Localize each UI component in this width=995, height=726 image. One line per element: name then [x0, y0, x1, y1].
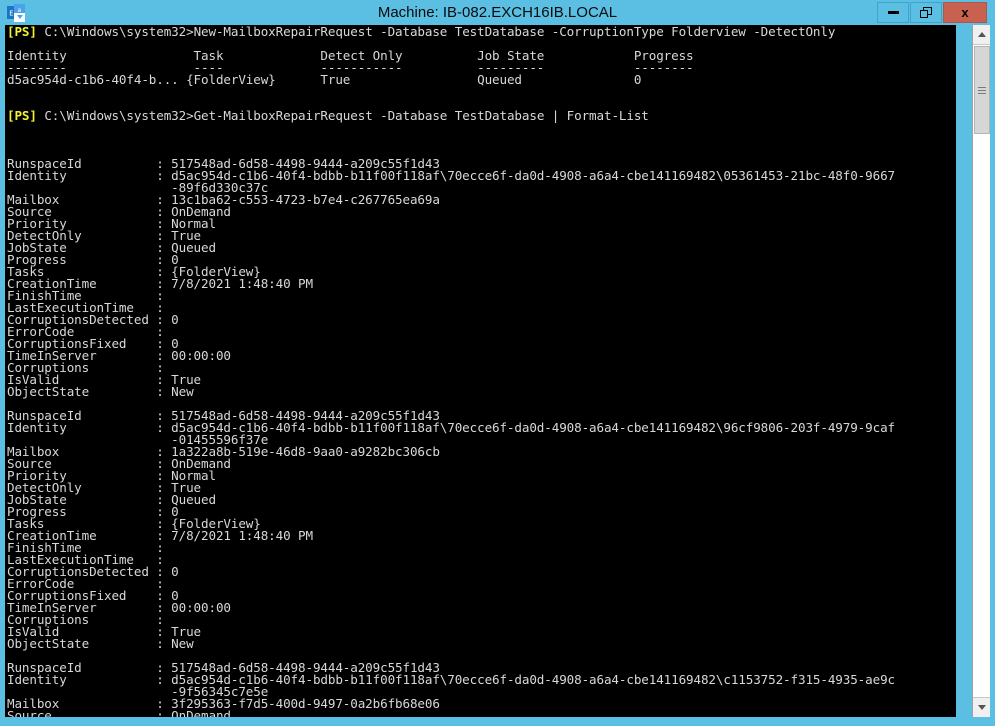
console-output-line: ObjectState : New — [7, 636, 194, 651]
scroll-thumb-grip-icon — [978, 86, 986, 94]
console-lines: [PS] C:\Windows\system32>New-MailboxRepa… — [5, 25, 895, 717]
scroll-thumb[interactable] — [974, 46, 990, 134]
title-bar[interactable]: E a Machine: IB-082.EXCH16IB.LOCAL x — [0, 0, 995, 25]
console-output-line: d5ac954d-c1b6-40f4-b... {FolderView} Tru… — [7, 72, 642, 87]
minimize-button[interactable] — [877, 2, 909, 23]
minimize-icon — [887, 11, 899, 14]
scroll-up-arrow-icon[interactable] — [973, 25, 990, 45]
vertical-scrollbar[interactable] — [972, 25, 990, 717]
console-command-line: [PS] C:\Windows\system32>New-MailboxRepa… — [7, 25, 895, 39]
scroll-down-arrow-icon[interactable] — [973, 697, 990, 717]
console-output-line: Source : OnDemand — [7, 708, 231, 717]
restore-icon — [920, 7, 932, 18]
console-window: E a Machine: IB-082.EXCH16IB.LOCAL x [PS… — [0, 0, 995, 726]
restore-button[interactable] — [910, 2, 942, 23]
window-title: Machine: IB-082.EXCH16IB.LOCAL — [377, 4, 618, 21]
close-button[interactable]: x — [943, 2, 987, 23]
command-text: C:\Windows\system32>New-MailboxRepairReq… — [36, 25, 836, 39]
window-controls: x — [876, 2, 987, 23]
console-output-line: ObjectState : New — [7, 384, 194, 399]
console-output-area[interactable]: [PS] C:\Windows\system32>New-MailboxRepa… — [5, 25, 956, 717]
command-text: C:\Windows\system32>Get-MailboxRepairReq… — [36, 108, 649, 123]
console-command-line: [PS] C:\Windows\system32>Get-MailboxRepa… — [7, 108, 895, 123]
